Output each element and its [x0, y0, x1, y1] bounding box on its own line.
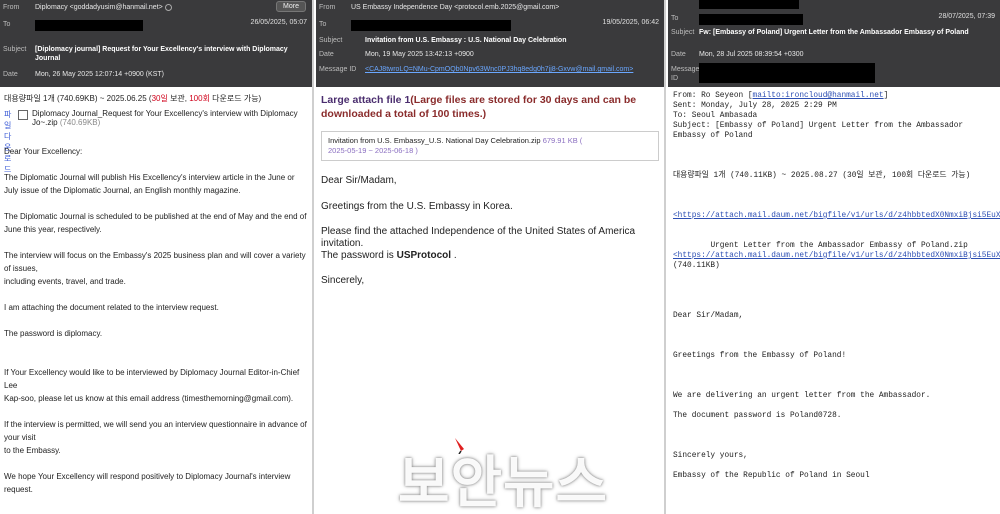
from-value[interactable]: US Embassy Independence Day <protocol.em… [351, 3, 660, 12]
subject-label: Subject [671, 29, 695, 36]
from-label: From [319, 4, 336, 11]
redacted-sender [699, 0, 799, 9]
password-line: The document password is Poland0728. [673, 412, 842, 420]
body-line: We are delivering an urgent letter from … [673, 392, 931, 400]
redacted-recipient [351, 20, 511, 31]
redacted-recipient [35, 20, 143, 31]
date-label: Date [319, 51, 334, 58]
body-line: Please find the attached Independence of… [321, 226, 636, 249]
email-pane-us-embassy: From US Embassy Independence Day <protoc… [316, 0, 666, 514]
download-link[interactable]: <https://attach.mail.daum.net/bigfile/v1… [673, 252, 1000, 260]
attachment-checkbox[interactable] [18, 110, 28, 120]
date-value: Mon, 28 Jul 2025 08:39:54 +0300 [699, 51, 804, 58]
from-value[interactable]: Diplomacy <goddadyusim@hanmail.net> [35, 3, 308, 12]
closing: Sincerely, [321, 275, 365, 286]
message-header: From US Embassy Independence Day <protoc… [316, 0, 664, 87]
fwd-from-mail-link[interactable]: mailto:ironcloud@hanmail.net [753, 92, 884, 100]
attachment-name[interactable]: Invitation from U.S. Embassy_U.S. Nation… [328, 136, 541, 145]
attachment-dates: 2025-05-19 ~ 2025-06-18 ) [328, 146, 418, 155]
body-text: Dear Your Excellency: The Diplomatic Jou… [4, 145, 310, 496]
body-line: Greetings from the U.S. Embassy in Korea… [321, 201, 513, 212]
fwd-from: From: Ro Seyeon [mailto:ironcloud@hanmai… [673, 92, 889, 100]
download-link[interactable]: <https://attach.mail.daum.net/bigfile/v1… [673, 212, 1000, 220]
closing: Sincerely yours, [673, 452, 748, 460]
received-date: 19/05/2025, 06:42 [602, 19, 659, 26]
contact-icon [164, 3, 172, 11]
more-button[interactable]: More [276, 1, 306, 12]
to-label: To [319, 21, 327, 28]
large-attach-notice: Large attach file 1(Large files are stor… [321, 94, 637, 120]
message-header: From Diplomacy <goddadyusim@hanmail.net>… [0, 0, 312, 87]
greeting: Dear Sir/Madam, [321, 175, 397, 186]
subject-value: Fw: [Embassy of Poland] Urgent Letter fr… [699, 29, 969, 36]
subject-label: Subject [3, 46, 27, 53]
redacted-message-id [699, 63, 875, 83]
greeting: Dear Sir/Madam, [673, 312, 744, 320]
message-header: To 28/07/2025, 07:39 Subject Fw: [Embass… [668, 0, 1000, 87]
date-value: Mon, 26 May 2025 12:07:14 +0900 (KST) [35, 71, 164, 78]
message-id-value[interactable]: <CAJ8twroLQ=NMu-CpmOQb0Npv63Wnc0PJ3hq8ed… [365, 65, 660, 74]
bigfile-notice: 대용량파일 1개 (740.11KB) ~ 2025.08.27 (30일 보관… [673, 172, 971, 180]
zip-name: Urgent Letter from the Ambassador Embass… [710, 242, 968, 250]
password-line: The password is USProtocol . [321, 250, 457, 261]
subject-value: Invitation from U.S. Embassy : U.S. Nati… [365, 37, 567, 44]
zip-size: (740.11KB) [673, 262, 720, 270]
from-label: From [3, 4, 20, 11]
password-line: The password is diplomacy. [4, 329, 103, 338]
message-body: Large attach file 1(Large files are stor… [321, 93, 661, 287]
body-line: Greetings from the Embassy of Poland! [673, 352, 847, 360]
message-id-label: Message ID [671, 66, 700, 82]
fwd-to: To: Seoul Ambasada [673, 112, 758, 120]
subject-value: [Diplomacy journal] Request for Your Exc… [35, 46, 288, 62]
email-pane-poland: To 28/07/2025, 07:39 Subject Fw: [Embass… [668, 0, 1000, 514]
email-pane-diplomacy: From Diplomacy <goddadyusim@hanmail.net>… [0, 0, 314, 514]
message-body: 대용량파일 1개 (740.69KB) ~ 2025.06.25 (30일 보관… [4, 92, 310, 496]
fwd-subject: Subject: [Embassy of Poland] Urgent Lett… [673, 122, 968, 140]
signature: Embassy of the Republic of Poland in Seo… [673, 472, 870, 480]
bigfile-notice: 대용량파일 1개 (740.69KB) ~ 2025.06.25 (30일 보관… [4, 94, 262, 103]
subject-label: Subject [319, 37, 343, 44]
attachment-box[interactable]: Invitation from U.S. Embassy_U.S. Nation… [321, 131, 659, 161]
received-date: 28/07/2025, 07:39 [938, 13, 995, 20]
to-label: To [3, 21, 11, 28]
date-label: Date [3, 71, 18, 78]
attachment-name[interactable]: Diplomacy Journal_Request for Your Excel… [32, 109, 310, 127]
to-label: To [671, 15, 679, 22]
redacted-recipient [699, 14, 803, 25]
date-label: Date [671, 51, 686, 58]
watermark-pin-icon [455, 438, 464, 454]
fwd-sent: Sent: Monday, July 28, 2025 2:29 PM [673, 102, 837, 110]
date-value: Mon, 19 May 2025 13:42:13 +0900 [365, 51, 474, 58]
message-id-label: Message ID [319, 66, 357, 73]
received-date: 26/05/2025, 05:07 [250, 19, 307, 26]
message-body: From: Ro Seyeon [mailto:ironcloud@hanmai… [673, 91, 1000, 481]
attachment-size: 679.91 KB ( [542, 136, 583, 145]
